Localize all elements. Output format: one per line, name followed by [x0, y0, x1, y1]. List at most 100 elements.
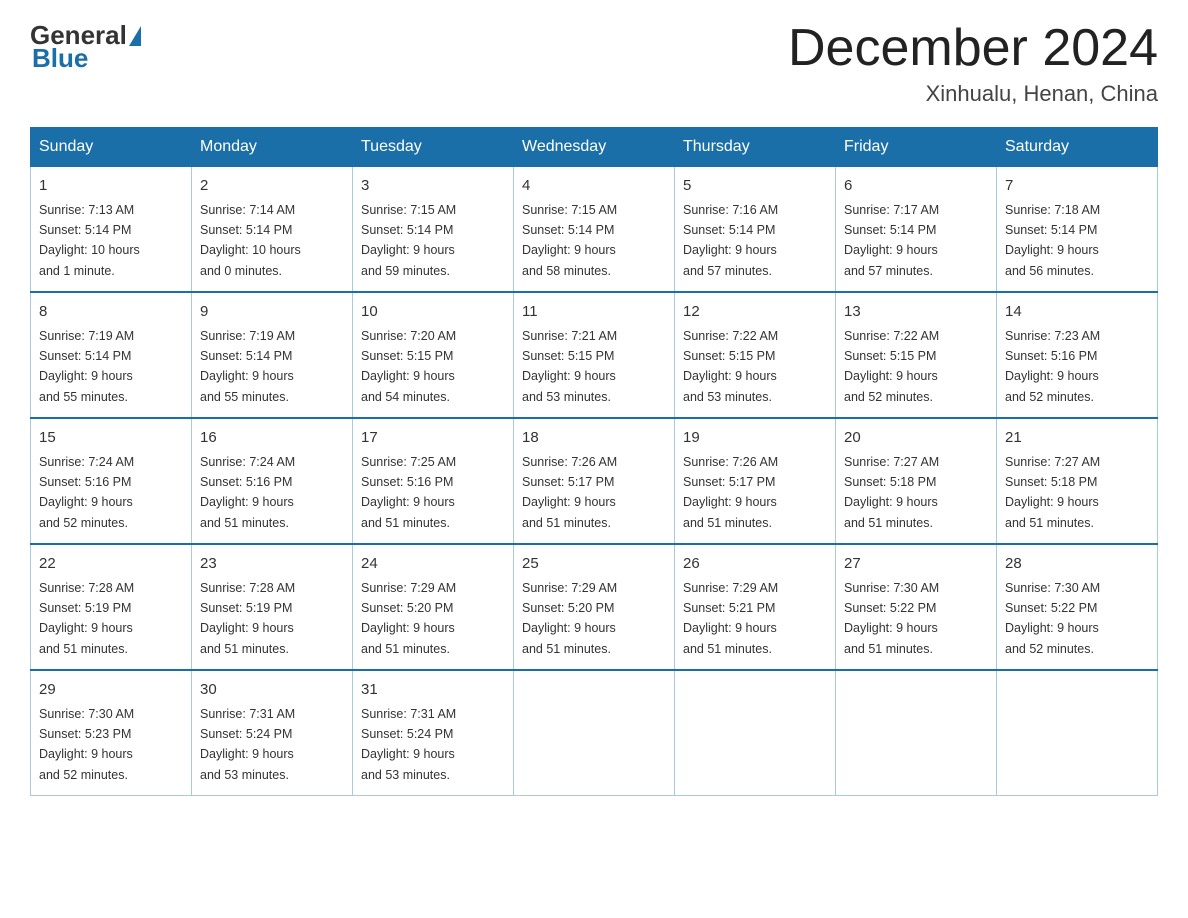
calendar-cell: 15 Sunrise: 7:24 AMSunset: 5:16 PMDaylig…: [31, 418, 192, 544]
calendar-cell: 11 Sunrise: 7:21 AMSunset: 5:15 PMDaylig…: [514, 292, 675, 418]
day-info: Sunrise: 7:15 AMSunset: 5:14 PMDaylight:…: [522, 203, 617, 278]
day-number: 31: [361, 679, 505, 702]
page-header: General Blue December 2024 Xinhualu, Hen…: [30, 20, 1158, 107]
day-info: Sunrise: 7:31 AMSunset: 5:24 PMDaylight:…: [200, 707, 295, 782]
calendar-cell: 18 Sunrise: 7:26 AMSunset: 5:17 PMDaylig…: [514, 418, 675, 544]
calendar-week-5: 29 Sunrise: 7:30 AMSunset: 5:23 PMDaylig…: [31, 670, 1158, 796]
calendar-cell: 20 Sunrise: 7:27 AMSunset: 5:18 PMDaylig…: [836, 418, 997, 544]
col-tuesday: Tuesday: [353, 128, 514, 167]
day-number: 25: [522, 553, 666, 576]
logo-blue-text: Blue: [32, 43, 88, 74]
calendar-cell: 17 Sunrise: 7:25 AMSunset: 5:16 PMDaylig…: [353, 418, 514, 544]
calendar-header-row: Sunday Monday Tuesday Wednesday Thursday…: [31, 128, 1158, 167]
calendar-cell: 24 Sunrise: 7:29 AMSunset: 5:20 PMDaylig…: [353, 544, 514, 670]
day-info: Sunrise: 7:30 AMSunset: 5:22 PMDaylight:…: [844, 581, 939, 656]
day-number: 3: [361, 175, 505, 198]
day-number: 5: [683, 175, 827, 198]
day-info: Sunrise: 7:26 AMSunset: 5:17 PMDaylight:…: [683, 455, 778, 530]
day-info: Sunrise: 7:22 AMSunset: 5:15 PMDaylight:…: [844, 329, 939, 404]
month-title: December 2024: [788, 20, 1158, 77]
day-info: Sunrise: 7:23 AMSunset: 5:16 PMDaylight:…: [1005, 329, 1100, 404]
day-info: Sunrise: 7:27 AMSunset: 5:18 PMDaylight:…: [844, 455, 939, 530]
calendar-cell: 23 Sunrise: 7:28 AMSunset: 5:19 PMDaylig…: [192, 544, 353, 670]
day-info: Sunrise: 7:17 AMSunset: 5:14 PMDaylight:…: [844, 203, 939, 278]
day-number: 2: [200, 175, 344, 198]
day-number: 19: [683, 427, 827, 450]
day-info: Sunrise: 7:31 AMSunset: 5:24 PMDaylight:…: [361, 707, 456, 782]
day-number: 24: [361, 553, 505, 576]
calendar-cell: 27 Sunrise: 7:30 AMSunset: 5:22 PMDaylig…: [836, 544, 997, 670]
day-info: Sunrise: 7:30 AMSunset: 5:22 PMDaylight:…: [1005, 581, 1100, 656]
day-number: 17: [361, 427, 505, 450]
calendar-cell: 22 Sunrise: 7:28 AMSunset: 5:19 PMDaylig…: [31, 544, 192, 670]
day-number: 20: [844, 427, 988, 450]
day-number: 8: [39, 301, 183, 324]
day-number: 6: [844, 175, 988, 198]
day-info: Sunrise: 7:24 AMSunset: 5:16 PMDaylight:…: [200, 455, 295, 530]
calendar-cell: 26 Sunrise: 7:29 AMSunset: 5:21 PMDaylig…: [675, 544, 836, 670]
calendar-cell: 14 Sunrise: 7:23 AMSunset: 5:16 PMDaylig…: [997, 292, 1158, 418]
calendar-cell: 5 Sunrise: 7:16 AMSunset: 5:14 PMDayligh…: [675, 167, 836, 293]
col-monday: Monday: [192, 128, 353, 167]
day-number: 29: [39, 679, 183, 702]
calendar-cell: 28 Sunrise: 7:30 AMSunset: 5:22 PMDaylig…: [997, 544, 1158, 670]
day-info: Sunrise: 7:30 AMSunset: 5:23 PMDaylight:…: [39, 707, 134, 782]
col-friday: Friday: [836, 128, 997, 167]
day-info: Sunrise: 7:29 AMSunset: 5:20 PMDaylight:…: [361, 581, 456, 656]
col-wednesday: Wednesday: [514, 128, 675, 167]
location-subtitle: Xinhualu, Henan, China: [788, 81, 1158, 107]
calendar-cell: 9 Sunrise: 7:19 AMSunset: 5:14 PMDayligh…: [192, 292, 353, 418]
day-info: Sunrise: 7:15 AMSunset: 5:14 PMDaylight:…: [361, 203, 456, 278]
day-number: 22: [39, 553, 183, 576]
day-info: Sunrise: 7:25 AMSunset: 5:16 PMDaylight:…: [361, 455, 456, 530]
calendar-cell: [997, 670, 1158, 796]
day-info: Sunrise: 7:21 AMSunset: 5:15 PMDaylight:…: [522, 329, 617, 404]
day-number: 30: [200, 679, 344, 702]
day-number: 18: [522, 427, 666, 450]
day-info: Sunrise: 7:22 AMSunset: 5:15 PMDaylight:…: [683, 329, 778, 404]
calendar-cell: 7 Sunrise: 7:18 AMSunset: 5:14 PMDayligh…: [997, 167, 1158, 293]
calendar-cell: 29 Sunrise: 7:30 AMSunset: 5:23 PMDaylig…: [31, 670, 192, 796]
calendar-table: Sunday Monday Tuesday Wednesday Thursday…: [30, 127, 1158, 796]
day-number: 11: [522, 301, 666, 324]
day-info: Sunrise: 7:27 AMSunset: 5:18 PMDaylight:…: [1005, 455, 1100, 530]
col-saturday: Saturday: [997, 128, 1158, 167]
day-number: 10: [361, 301, 505, 324]
day-info: Sunrise: 7:19 AMSunset: 5:14 PMDaylight:…: [200, 329, 295, 404]
calendar-week-2: 8 Sunrise: 7:19 AMSunset: 5:14 PMDayligh…: [31, 292, 1158, 418]
day-number: 21: [1005, 427, 1149, 450]
calendar-cell: 10 Sunrise: 7:20 AMSunset: 5:15 PMDaylig…: [353, 292, 514, 418]
day-info: Sunrise: 7:14 AMSunset: 5:14 PMDaylight:…: [200, 203, 301, 278]
calendar-week-3: 15 Sunrise: 7:24 AMSunset: 5:16 PMDaylig…: [31, 418, 1158, 544]
calendar-cell: 31 Sunrise: 7:31 AMSunset: 5:24 PMDaylig…: [353, 670, 514, 796]
day-number: 1: [39, 175, 183, 198]
calendar-cell: 12 Sunrise: 7:22 AMSunset: 5:15 PMDaylig…: [675, 292, 836, 418]
day-number: 4: [522, 175, 666, 198]
calendar-cell: 21 Sunrise: 7:27 AMSunset: 5:18 PMDaylig…: [997, 418, 1158, 544]
calendar-week-4: 22 Sunrise: 7:28 AMSunset: 5:19 PMDaylig…: [31, 544, 1158, 670]
day-number: 15: [39, 427, 183, 450]
calendar-cell: [675, 670, 836, 796]
calendar-cell: 1 Sunrise: 7:13 AMSunset: 5:14 PMDayligh…: [31, 167, 192, 293]
day-info: Sunrise: 7:24 AMSunset: 5:16 PMDaylight:…: [39, 455, 134, 530]
calendar-cell: [836, 670, 997, 796]
day-number: 13: [844, 301, 988, 324]
day-number: 23: [200, 553, 344, 576]
day-info: Sunrise: 7:20 AMSunset: 5:15 PMDaylight:…: [361, 329, 456, 404]
day-number: 28: [1005, 553, 1149, 576]
day-info: Sunrise: 7:13 AMSunset: 5:14 PMDaylight:…: [39, 203, 140, 278]
col-thursday: Thursday: [675, 128, 836, 167]
calendar-cell: 30 Sunrise: 7:31 AMSunset: 5:24 PMDaylig…: [192, 670, 353, 796]
calendar-cell: [514, 670, 675, 796]
calendar-cell: 25 Sunrise: 7:29 AMSunset: 5:20 PMDaylig…: [514, 544, 675, 670]
day-info: Sunrise: 7:28 AMSunset: 5:19 PMDaylight:…: [39, 581, 134, 656]
calendar-cell: 4 Sunrise: 7:15 AMSunset: 5:14 PMDayligh…: [514, 167, 675, 293]
day-number: 26: [683, 553, 827, 576]
day-info: Sunrise: 7:16 AMSunset: 5:14 PMDaylight:…: [683, 203, 778, 278]
day-number: 7: [1005, 175, 1149, 198]
calendar-cell: 3 Sunrise: 7:15 AMSunset: 5:14 PMDayligh…: [353, 167, 514, 293]
day-info: Sunrise: 7:29 AMSunset: 5:20 PMDaylight:…: [522, 581, 617, 656]
calendar-week-1: 1 Sunrise: 7:13 AMSunset: 5:14 PMDayligh…: [31, 167, 1158, 293]
day-info: Sunrise: 7:19 AMSunset: 5:14 PMDaylight:…: [39, 329, 134, 404]
day-info: Sunrise: 7:28 AMSunset: 5:19 PMDaylight:…: [200, 581, 295, 656]
